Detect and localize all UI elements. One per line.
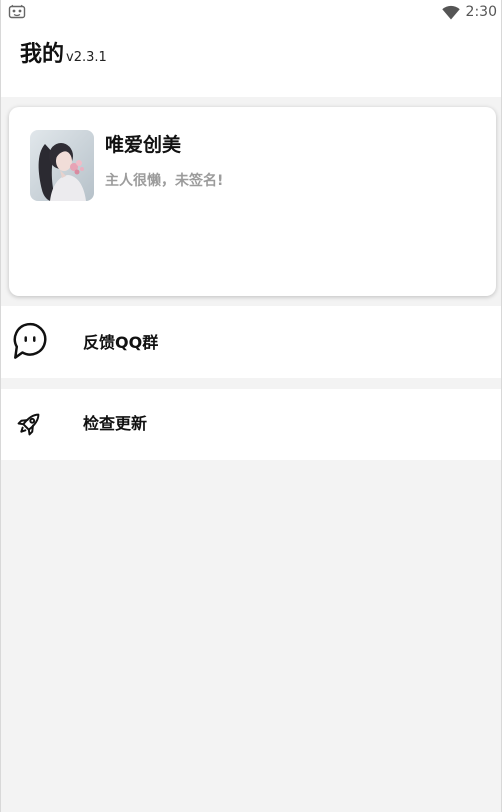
status-bar: 2:30 [1,0,501,24]
profile-card[interactable]: 唯爱创美 主人很懒，未签名! [9,107,496,296]
wifi-icon [442,5,460,20]
user-name: 唯爱创美 [105,134,182,156]
chat-bubble-icon [13,322,47,359]
page-title: 我的 v2.3.1 [20,40,107,73]
menu-item-check-update[interactable]: 检查更新 [1,389,501,460]
user-signature: 主人很懒，未签名! [105,173,224,189]
profile-page: 2:30 我的 v2.3.1 唯爱创美 主人很懒，未签名! 反馈QQ群 检查更新 [0,0,502,812]
page-title-text: 我的 [20,42,65,67]
menu-item-feedback-qq-group[interactable]: 反馈QQ群 [1,306,501,378]
status-time: 2:30 [465,4,497,20]
menu-item-label: 检查更新 [83,414,148,433]
app-version: v2.3.1 [66,50,107,65]
page-header: 我的 v2.3.1 [1,24,501,97]
notification-icon [8,4,26,19]
menu-item-label: 反馈QQ群 [83,333,159,352]
rocket-icon [17,413,40,436]
avatar[interactable] [30,130,94,201]
